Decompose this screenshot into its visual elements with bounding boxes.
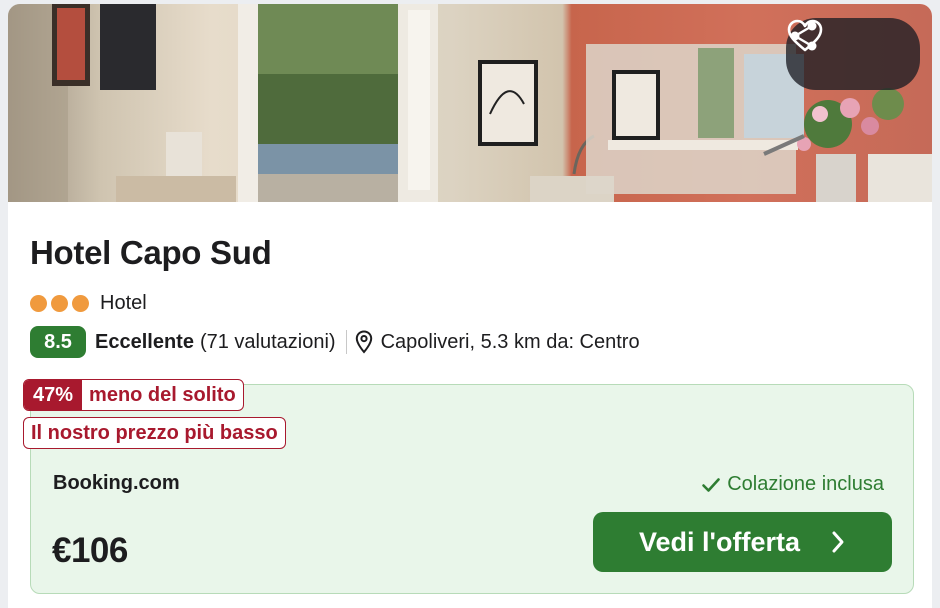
view-offer-button[interactable]: Vedi l'offerta [593, 512, 892, 572]
discount-percent: 47% [24, 380, 83, 410]
star-dot-icon [72, 295, 89, 312]
rating-row: 8.5 Eccellente (71 valutazioni) Capolive… [30, 326, 640, 358]
hotel-card[interactable]: Hotel Capo Sud Hotel 8.5 Eccellente (71 … [8, 4, 932, 608]
star-dot-icon [30, 295, 47, 312]
discount-text: meno del solito [89, 383, 236, 406]
star-dot-icon [51, 295, 68, 312]
location-pin-icon [355, 330, 373, 354]
discount-badge: 47% meno del solito [23, 379, 244, 411]
rating-score-badge: 8.5 [30, 326, 86, 358]
price: €106 [52, 531, 128, 570]
rating-label: Eccellente [95, 330, 194, 353]
photo-actions [786, 18, 920, 90]
hotel-photo[interactable] [8, 4, 932, 202]
view-offer-label: Vedi l'offerta [639, 526, 800, 557]
rating-count: (71 valutazioni) [199, 330, 336, 353]
provider-name: Booking.com [53, 472, 180, 494]
check-icon [701, 476, 721, 494]
chevron-right-icon [830, 529, 846, 555]
hotel-stars-row: Hotel [30, 292, 147, 315]
breakfast-text: Colazione inclusa [727, 473, 884, 495]
divider [345, 330, 347, 354]
lowest-price-badge: Il nostro prezzo più basso [23, 417, 286, 449]
breakfast-included: Colazione inclusa [701, 473, 884, 496]
hotel-name[interactable]: Hotel Capo Sud [30, 234, 272, 272]
favorite-button[interactable] [787, 19, 913, 80]
location-text[interactable]: Capoliveri, 5.3 km da: Centro [381, 331, 640, 354]
accommodation-type: Hotel [100, 292, 147, 314]
